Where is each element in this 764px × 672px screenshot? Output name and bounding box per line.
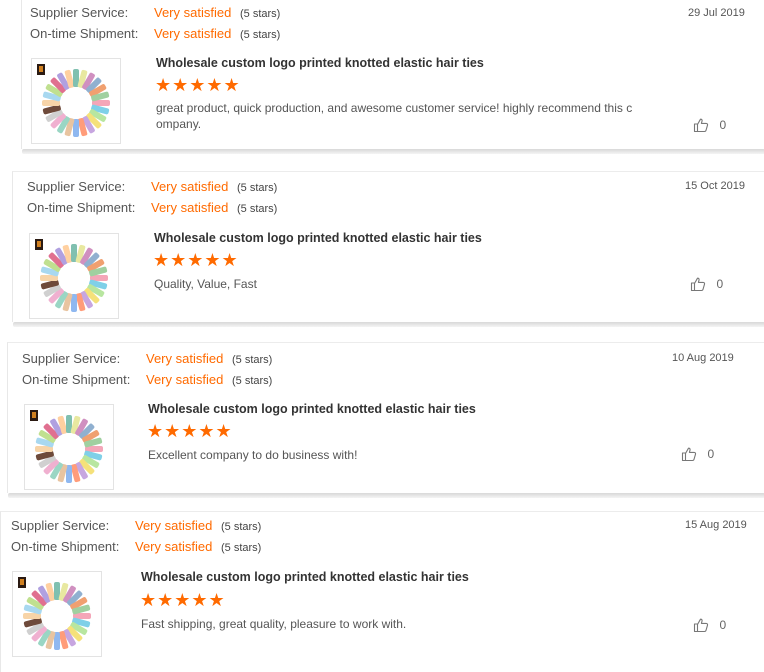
review-date: 29 Jul 2019 [688, 7, 745, 19]
like-button[interactable]: 0 [690, 275, 723, 295]
review-text: great product, quick production, and awe… [156, 101, 633, 131]
review-text: Excellent company to do business with! [148, 448, 358, 462]
product-title[interactable]: Wholesale custom logo printed knotted el… [156, 56, 484, 70]
product-thumbnail[interactable] [29, 233, 119, 319]
supplier-service-rating: Supplier Service: Very satisfied (5 star… [30, 3, 330, 23]
supplier-service-rating: Supplier Service: Very satisfied (5 star… [27, 177, 327, 197]
product-title[interactable]: Wholesale custom logo printed knotted el… [141, 570, 469, 584]
on-time-shipment-rating: On-time Shipment: Very satisfied (5 star… [30, 24, 330, 44]
supplier-service-value: Very satisfied [151, 179, 229, 194]
on-time-shipment-value: Very satisfied [146, 372, 224, 387]
review-date: 15 Aug 2019 [685, 519, 747, 531]
on-time-shipment-rating: On-time Shipment: Very satisfied (5 star… [27, 198, 327, 218]
supplier-service-rating: Supplier Service: Very satisfied (5 star… [22, 349, 322, 369]
supplier-service-label: Supplier Service: [22, 351, 121, 366]
on-time-shipment-label: On-time Shipment: [11, 539, 120, 554]
on-time-shipment-value: Very satisfied [151, 200, 229, 215]
thumbs-up-icon [693, 116, 709, 133]
product-thumbnail[interactable] [24, 404, 114, 490]
thumbs-up-icon [693, 616, 709, 633]
review-text: Quality, Value, Fast [154, 277, 257, 291]
supplier-service-value: Very satisfied [135, 518, 213, 533]
on-time-shipment-label: On-time Shipment: [22, 372, 131, 387]
review-card: Supplier Service: Very satisfied (5 star… [12, 171, 764, 327]
review-card: Supplier Service: Very satisfied (5 star… [21, 0, 764, 154]
card-divider [13, 322, 764, 327]
product-thumbnail[interactable] [31, 58, 121, 144]
product-rating-stars: ★★★★★ [155, 75, 241, 95]
like-count: 0 [716, 276, 724, 291]
product-rating-stars: ★★★★★ [153, 250, 239, 270]
supplier-service-stars: (5 stars) [237, 182, 278, 194]
supplier-service-label: Supplier Service: [11, 518, 110, 533]
product-rating-stars: ★★★★★ [147, 421, 233, 441]
supplier-service-stars: (5 stars) [232, 354, 273, 366]
card-divider [8, 493, 764, 498]
on-time-shipment-stars: (5 stars) [221, 542, 262, 554]
review-date: 15 Oct 2019 [685, 180, 745, 192]
on-time-shipment-stars: (5 stars) [237, 203, 278, 215]
on-time-shipment-value: Very satisfied [154, 26, 232, 41]
supplier-service-label: Supplier Service: [27, 179, 126, 194]
on-time-shipment-label: On-time Shipment: [27, 200, 136, 215]
supplier-service-stars: (5 stars) [240, 8, 281, 20]
like-button[interactable]: 0 [693, 116, 726, 136]
like-count: 0 [707, 446, 715, 461]
supplier-service-label: Supplier Service: [30, 5, 129, 20]
card-divider [22, 149, 764, 154]
supplier-service-value: Very satisfied [154, 5, 232, 20]
review-text: Fast shipping, great quality, pleasure t… [141, 617, 407, 631]
review-card: Supplier Service: Very satisfied (5 star… [7, 342, 764, 498]
like-count: 0 [719, 117, 727, 132]
on-time-shipment-value: Very satisfied [135, 539, 213, 554]
product-rating-stars: ★★★★★ [140, 590, 226, 610]
on-time-shipment-label: On-time Shipment: [30, 26, 139, 41]
thumbs-up-icon [690, 275, 706, 292]
like-button[interactable]: 0 [681, 445, 714, 465]
supplier-service-stars: (5 stars) [221, 521, 262, 533]
product-title[interactable]: Wholesale custom logo printed knotted el… [154, 231, 482, 245]
thumbs-up-icon [681, 445, 697, 462]
product-title[interactable]: Wholesale custom logo printed knotted el… [148, 402, 476, 416]
like-button[interactable]: 0 [693, 616, 726, 636]
supplier-service-rating: Supplier Service: Very satisfied (5 star… [11, 516, 311, 536]
review-date: 10 Aug 2019 [672, 352, 734, 364]
like-count: 0 [719, 617, 727, 632]
on-time-shipment-stars: (5 stars) [232, 375, 273, 387]
product-thumbnail[interactable] [12, 571, 102, 657]
on-time-shipment-stars: (5 stars) [240, 29, 281, 41]
on-time-shipment-rating: On-time Shipment: Very satisfied (5 star… [11, 537, 311, 557]
review-card: Supplier Service: Very satisfied (5 star… [0, 511, 764, 672]
supplier-service-value: Very satisfied [146, 351, 224, 366]
on-time-shipment-rating: On-time Shipment: Very satisfied (5 star… [22, 370, 322, 390]
